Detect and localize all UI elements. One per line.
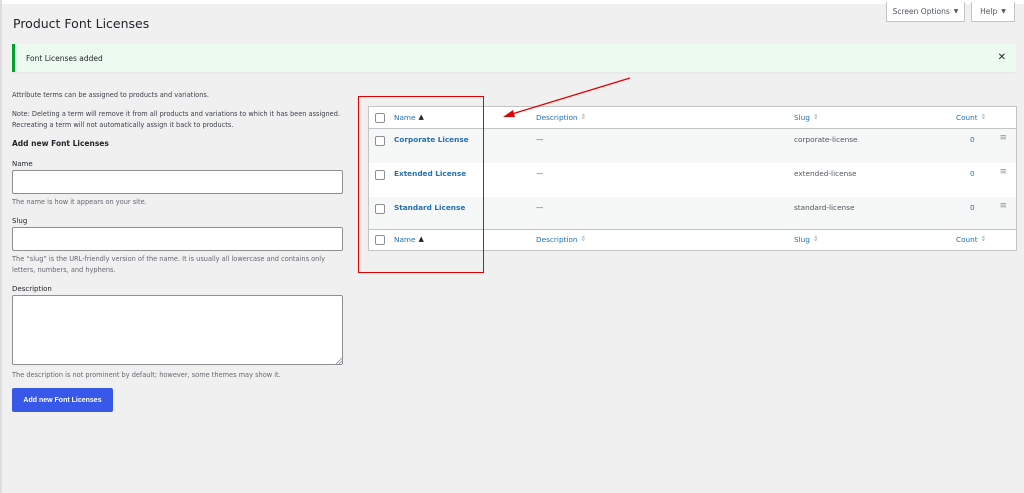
term-count-link[interactable]: 0 [970,135,975,144]
sort-icon: ⇕ [812,113,819,121]
table-footer-row: Name ▲ Description ⇕ Slug ⇕ Count ⇕ [369,229,1016,251]
help-label: Help [980,7,998,16]
column-slug-label: Slug [794,113,810,122]
column-name-sort[interactable]: Name ▲ [394,113,424,122]
table-row: Extended License — extended-license 0 ≡ [369,163,1016,197]
success-notice: Font Licenses added ✕ [12,44,1016,72]
description-help: The description is not prominent by defa… [12,371,281,379]
form-title: Add new Font Licenses [12,139,109,148]
name-input[interactable] [12,170,343,194]
table-row: Standard License — standard-license 0 ≡ [369,197,1016,229]
intro-note: Note: Deleting a term will remove it fro… [12,110,340,129]
column-slug-sort-footer[interactable]: Slug ⇕ [794,235,819,244]
sort-icon: ⇕ [580,235,587,243]
column-slug-sort[interactable]: Slug ⇕ [794,113,819,122]
table-header-row: Name ▲ Description ⇕ Slug ⇕ Count ⇕ [369,107,1016,129]
term-name-link[interactable]: Standard License [394,203,465,212]
caret-down-icon: ▼ [1001,8,1006,15]
row-checkbox[interactable] [375,170,385,180]
column-name-label: Name [394,113,416,122]
table-row: Corporate License — corporate-license 0 … [369,129,1016,163]
column-name-sort-footer[interactable]: Name ▲ [394,235,424,244]
intro-text: Attribute terms can be assigned to produ… [12,91,209,99]
add-term-button[interactable]: Add new Font Licenses [12,388,113,412]
sort-icon: ⇕ [980,235,987,243]
term-count-link[interactable]: 0 [970,203,975,212]
term-name-link[interactable]: Extended License [394,169,466,178]
sort-asc-icon: ▲ [418,113,424,121]
column-count-sort-footer[interactable]: Count ⇕ [956,235,987,244]
caret-down-icon: ▼ [953,8,959,15]
column-count-label: Count [956,113,978,122]
sort-icon: ⇕ [980,113,987,121]
help-button[interactable]: Help ▼ [971,2,1015,22]
screen-options-label: Screen Options [892,7,950,16]
admin-menu-edge [0,0,2,493]
notice-message: Font Licenses added [26,54,103,63]
drag-handle-icon[interactable]: ≡ [999,133,1007,143]
select-all-checkbox-footer[interactable] [375,235,385,245]
column-name-label: Name [394,235,416,244]
select-all-checkbox[interactable] [375,113,385,123]
column-count-label: Count [956,235,978,244]
row-checkbox[interactable] [375,136,385,146]
slug-input[interactable] [12,227,343,251]
term-description: — [536,169,544,178]
name-label: Name [12,160,33,168]
sort-asc-icon: ▲ [418,235,424,243]
page-title: Product Font Licenses [13,16,150,31]
term-name-link[interactable]: Corporate License [394,135,469,144]
row-checkbox[interactable] [375,204,385,214]
slug-help: The “slug” is the URL-friendly version o… [12,255,326,274]
term-description: — [536,203,544,212]
screen-options-button[interactable]: Screen Options ▼ [886,2,965,22]
terms-table: Name ▲ Description ⇕ Slug ⇕ Count ⇕ Corp… [368,106,1017,251]
slug-label: Slug [12,217,28,225]
term-slug: standard-license [794,203,855,212]
column-description-sort-footer[interactable]: Description ⇕ [536,235,586,244]
name-help: The name is how it appears on your site. [12,198,147,206]
column-description-label: Description [536,113,578,122]
term-slug: extended-license [794,169,857,178]
description-label: Description [12,285,52,293]
drag-handle-icon[interactable]: ≡ [999,167,1007,177]
term-count-link[interactable]: 0 [970,169,975,178]
close-icon[interactable]: ✕ [998,52,1006,63]
column-description-label: Description [536,235,578,244]
sort-icon: ⇕ [812,235,819,243]
sort-icon: ⇕ [580,113,587,121]
resize-grip-icon[interactable] [335,357,342,364]
description-textarea[interactable] [12,295,343,365]
column-slug-label: Slug [794,235,810,244]
term-slug: corporate-license [794,135,858,144]
column-description-sort[interactable]: Description ⇕ [536,113,586,122]
drag-handle-icon[interactable]: ≡ [999,201,1007,211]
term-description: — [536,135,544,144]
column-count-sort[interactable]: Count ⇕ [956,113,987,122]
top-bar-strip [0,0,1024,4]
